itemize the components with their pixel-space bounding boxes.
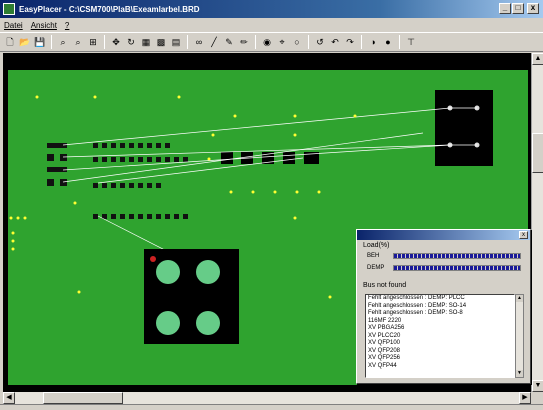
pin-row-1[interactable] xyxy=(93,143,170,148)
save-icon[interactable]: 💾 xyxy=(34,36,46,48)
bus-list[interactable]: Fehlt angeschlossen : DEMP: PLCC Fehlt an… xyxy=(365,294,515,378)
toolbar-separator xyxy=(399,35,400,49)
list-item[interactable]: XV QFP44 xyxy=(366,363,514,371)
drill-icon[interactable]: ◉ xyxy=(261,36,273,48)
toolbar-separator xyxy=(187,35,188,49)
load-dialog[interactable]: x Load(%) BEH DEMP Bus not found Fehlt a… xyxy=(356,229,531,384)
horizontal-scrollbar[interactable]: ◀ ▶ xyxy=(3,392,531,404)
app-icon xyxy=(3,3,15,15)
load-row-beh: BEH xyxy=(367,253,521,259)
pin-icon[interactable]: ⊤ xyxy=(405,36,417,48)
load-label: DEMP xyxy=(367,265,385,271)
menu-ansicht[interactable]: Ansicht xyxy=(31,21,57,30)
scroll-right-arrow-icon[interactable]: ▶ xyxy=(519,392,531,404)
bus-list-scrollbar[interactable]: ▲ ▼ xyxy=(515,294,524,378)
list-item[interactable]: Fehlt angeschlossen : DEMP: SO-14 xyxy=(366,303,514,311)
redo-icon[interactable]: ↷ xyxy=(344,36,356,48)
toolbar-separator xyxy=(104,35,105,49)
large-pad[interactable] xyxy=(196,260,220,284)
list-item[interactable]: XV PLCC20 xyxy=(366,333,514,341)
title-bar: EasyPlacer - C:\CSM700\PlaB\Exeamlarbel.… xyxy=(0,0,543,18)
dialog-title-bar[interactable]: x xyxy=(357,230,530,240)
stop-icon[interactable]: ● xyxy=(382,36,394,48)
component-small[interactable] xyxy=(47,167,67,172)
list-item[interactable]: XV PBGA256 xyxy=(366,325,514,333)
bus-panel-title: Bus not found xyxy=(363,282,407,289)
new-icon[interactable]: 🗋 xyxy=(4,36,16,48)
large-pad[interactable] xyxy=(196,311,220,335)
maximize-button[interactable]: □ xyxy=(512,3,524,14)
open-icon[interactable]: 📂 xyxy=(19,36,31,48)
brush-icon[interactable]: ✏ xyxy=(238,36,250,48)
list-item[interactable]: XV QFP100 xyxy=(366,340,514,348)
list-item[interactable]: Fehlt angeschlossen : DEMP: PLCC xyxy=(366,295,514,303)
load-bar xyxy=(393,265,521,271)
grid-icon[interactable]: ▩ xyxy=(155,36,167,48)
list-scroll-down-icon[interactable]: ▼ xyxy=(516,370,523,377)
close-button[interactable]: x xyxy=(527,3,539,14)
toolbar-separator xyxy=(51,35,52,49)
scroll-up-arrow-icon[interactable]: ▲ xyxy=(532,53,543,65)
component-icon[interactable]: ▦ xyxy=(140,36,152,48)
window-controls: _ □ x xyxy=(499,3,539,14)
measure-icon[interactable]: ⌖ xyxy=(276,36,288,48)
undo-icon[interactable]: ↶ xyxy=(329,36,341,48)
window-title: EasyPlacer - C:\CSM700\PlaB\Exeamlarbel.… xyxy=(19,4,200,14)
move-icon[interactable]: ✥ xyxy=(110,36,122,48)
pen-icon[interactable]: ✎ xyxy=(223,36,235,48)
toolbar-separator xyxy=(308,35,309,49)
pin1-marker xyxy=(150,256,156,262)
dialog-close-icon[interactable]: x xyxy=(519,231,528,239)
scroll-down-arrow-icon[interactable]: ▼ xyxy=(532,380,543,392)
large-pad[interactable] xyxy=(156,311,180,335)
rotate-icon[interactable]: ↻ xyxy=(125,36,137,48)
load-bar xyxy=(393,253,521,259)
vertical-scrollbar[interactable]: ▲ ▼ xyxy=(531,53,543,392)
component-small[interactable] xyxy=(47,179,54,186)
zoom-fit-icon[interactable]: ⊞ xyxy=(87,36,99,48)
horizontal-scroll-thumb[interactable] xyxy=(43,392,123,404)
toolbar-separator xyxy=(255,35,256,49)
load-label: BEH xyxy=(367,253,380,259)
component-small[interactable] xyxy=(60,179,67,186)
wire-icon[interactable]: ╱ xyxy=(208,36,220,48)
color-icon[interactable]: ◑ xyxy=(367,36,379,48)
status-bar xyxy=(0,404,543,410)
refresh-icon[interactable]: ↺ xyxy=(314,36,326,48)
component-small[interactable] xyxy=(60,154,67,161)
zoom-out-icon[interactable]: ⌕ xyxy=(72,36,84,48)
list-item[interactable]: XV QFP208 xyxy=(366,348,514,356)
layer-icon[interactable]: ▤ xyxy=(170,36,182,48)
load-row-demp: DEMP xyxy=(367,265,521,271)
scroll-left-arrow-icon[interactable]: ◀ xyxy=(3,392,15,404)
toolbar: 🗋 📂 💾 ⌕ ⌕ ⊞ ✥ ↻ ▦ ▩ ▤ ∞ ╱ ✎ ✏ ◉ ⌖ ○ ↺ ↶ ↷ ◑ ● ⊤ xyxy=(0,32,543,52)
vertical-scroll-thumb[interactable] xyxy=(532,133,543,173)
component-small[interactable] xyxy=(47,143,67,148)
app-window: EasyPlacer - C:\CSM700\PlaB\Exeamlarbel.… xyxy=(0,0,543,410)
menu-bar: Datei Ansicht ? xyxy=(0,18,543,32)
menu-datei[interactable]: Datei xyxy=(4,21,23,30)
minimize-button[interactable]: _ xyxy=(499,3,511,14)
connector-block-top[interactable] xyxy=(435,90,493,166)
load-panel-title: Load(%) xyxy=(363,242,390,249)
large-pad[interactable] xyxy=(156,260,180,284)
circle-icon[interactable]: ○ xyxy=(291,36,303,48)
component-small[interactable] xyxy=(47,154,54,161)
list-item[interactable]: 116MF 2220 xyxy=(366,318,514,326)
menu-help[interactable]: ? xyxy=(65,21,69,30)
zoom-in-icon[interactable]: ⌕ xyxy=(57,36,69,48)
list-scroll-up-icon[interactable]: ▲ xyxy=(516,295,523,302)
toolbar-separator xyxy=(361,35,362,49)
list-item[interactable]: Fehlt angeschlossen : DEMP: SO-8 xyxy=(366,310,514,318)
route-icon[interactable]: ∞ xyxy=(193,36,205,48)
list-item[interactable]: XV QFP256 xyxy=(366,355,514,363)
